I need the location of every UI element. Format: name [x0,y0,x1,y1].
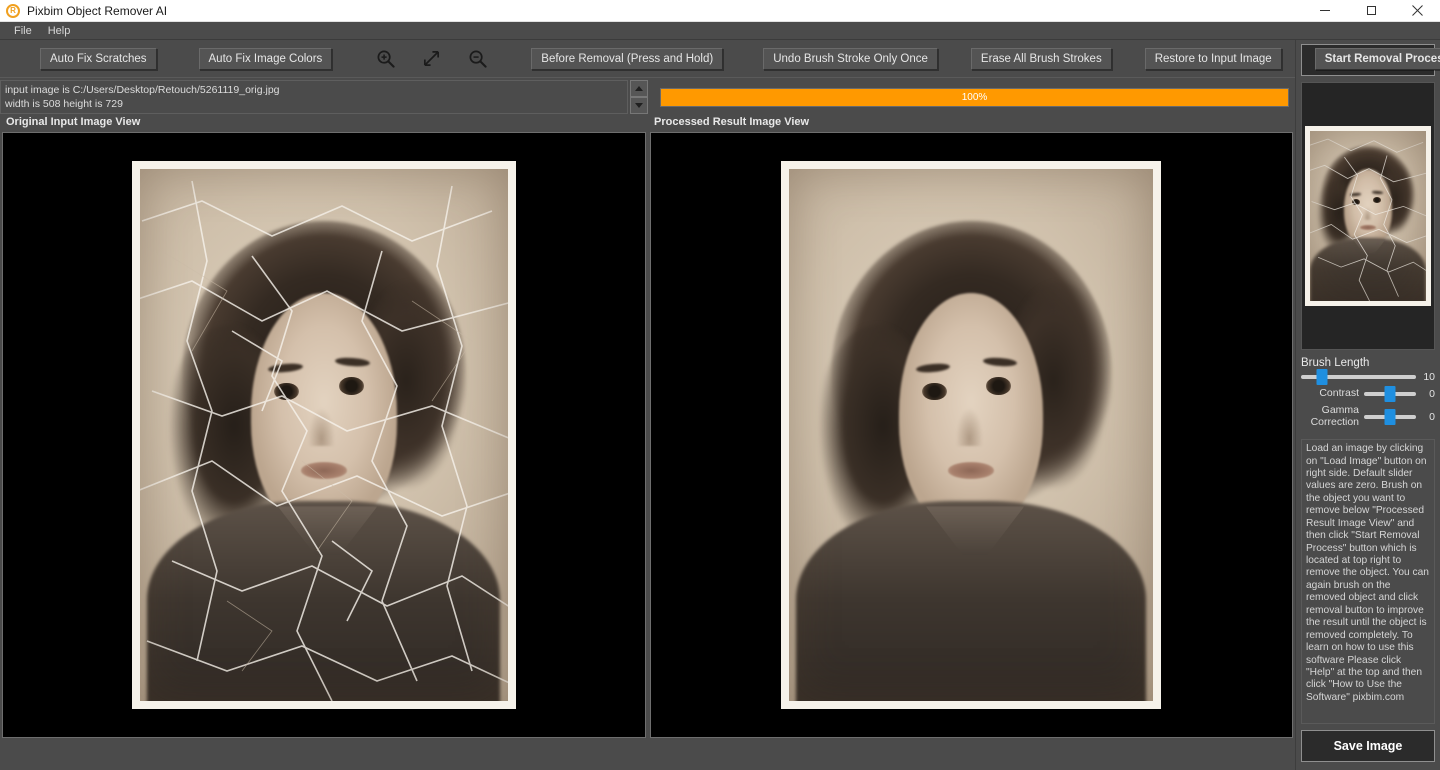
brush-length-label: Brush Length [1301,357,1435,369]
processed-photo [781,161,1161,709]
maximize-icon [1367,6,1376,15]
zoom-in-button[interactable] [376,46,395,72]
original-view-label: Original Input Image View [0,116,648,128]
zoom-out-button[interactable] [468,46,487,72]
toolbar: Auto Fix Scratches Auto Fix Image Colors [0,40,1295,78]
save-button-wrap: Save Image [1301,724,1435,770]
contrast-slider[interactable] [1364,392,1416,396]
auto-fix-scratches-button[interactable]: Auto Fix Scratches [40,48,157,70]
original-photo [132,161,516,709]
image-info-textbox: input image is C:/Users/Desktop/Retouch/… [0,80,628,114]
brush-length-slider-handle[interactable] [1316,369,1327,385]
progress-area: 100% [660,80,1289,114]
window-controls [1302,0,1440,21]
view-labels-row: Original Input Image View Processed Resu… [0,114,1295,130]
processed-view-label: Processed Result Image View [648,116,809,128]
photo-vignette [1305,126,1431,306]
close-button[interactable] [1394,0,1440,21]
undo-brush-stroke-button[interactable]: Undo Brush Stroke Only Once [763,48,938,70]
info-row: input image is C:/Users/Desktop/Retouch/… [0,78,1295,114]
progress-bar-fill: 100% [661,89,1288,106]
sliders-section: Brush Length 10 Contrast 0 Gamma Correct… [1301,357,1435,433]
gamma-correction-slider-row: Gamma Correction 0 [1301,405,1435,428]
gamma-correction-slider[interactable] [1364,415,1416,419]
original-image-pane[interactable] [2,132,646,738]
minimize-icon [1320,10,1330,11]
window-title: Pixbim Object Remover AI [27,4,167,18]
before-removal-button[interactable]: Before Removal (Press and Hold) [531,48,723,70]
save-image-button[interactable]: Save Image [1301,730,1435,762]
minimize-button[interactable] [1302,0,1348,21]
restore-to-input-image-button[interactable]: Restore to Input Image [1145,48,1282,70]
progress-value-label: 100% [962,92,988,103]
menu-item-help[interactable]: Help [40,23,79,39]
contrast-slider-row: Contrast 0 [1301,388,1435,400]
photo-vignette [132,161,516,709]
erase-all-brush-strokes-button[interactable]: Erase All Brush Strokes [971,48,1112,70]
gamma-correction-value: 0 [1421,411,1435,423]
chevron-up-icon [635,86,643,91]
brush-length-slider-row: 10 [1301,371,1435,383]
fit-to-screen-button[interactable] [422,46,441,72]
expand-arrows-icon [422,49,441,68]
menu-item-file[interactable]: File [6,23,40,39]
info-line-dimensions: width is 508 height is 729 [5,97,623,111]
contrast-label: Contrast [1301,388,1359,400]
thumbnail-photo [1305,126,1431,306]
processed-image-pane[interactable] [650,132,1294,738]
title-bar: R Pixbim Object Remover AI [0,0,1440,22]
menu-bar: File Help [0,22,1440,40]
scroll-up-button[interactable] [630,80,648,97]
progress-bar: 100% [660,88,1289,107]
zoom-in-icon [376,49,395,68]
gamma-correction-label: Gamma Correction [1301,405,1359,428]
info-line-path: input image is C:/Users/Desktop/Retouch/… [5,83,623,97]
auto-fix-image-colors-button[interactable]: Auto Fix Image Colors [199,48,333,70]
zoom-out-icon [468,49,487,68]
maximize-button[interactable] [1348,0,1394,21]
brush-length-slider[interactable] [1301,375,1416,379]
close-icon [1412,5,1423,16]
contrast-slider-handle[interactable] [1385,386,1396,402]
brush-length-value: 10 [1421,371,1435,383]
thumbnail-preview[interactable] [1301,82,1435,350]
image-panes [0,130,1295,744]
chevron-down-icon [635,103,643,108]
scroll-down-button[interactable] [630,97,648,114]
help-instructions-text: Load an image by clicking on "Load Image… [1306,443,1430,704]
app-body: Auto Fix Scratches Auto Fix Image Colors [0,40,1440,770]
main-area: Auto Fix Scratches Auto Fix Image Colors [0,40,1295,770]
gamma-correction-slider-handle[interactable] [1385,409,1396,425]
contrast-value: 0 [1421,388,1435,400]
photo-vignette [781,161,1161,709]
right-sidebar: Load Image [1295,40,1440,770]
app-logo-registered-trademark-icon: R [6,4,20,18]
info-scroll-spinner [630,80,648,114]
start-removal-process-button[interactable]: Start Removal Process [1315,48,1440,70]
help-instructions-panel: Load an image by clicking on "Load Image… [1301,439,1435,724]
